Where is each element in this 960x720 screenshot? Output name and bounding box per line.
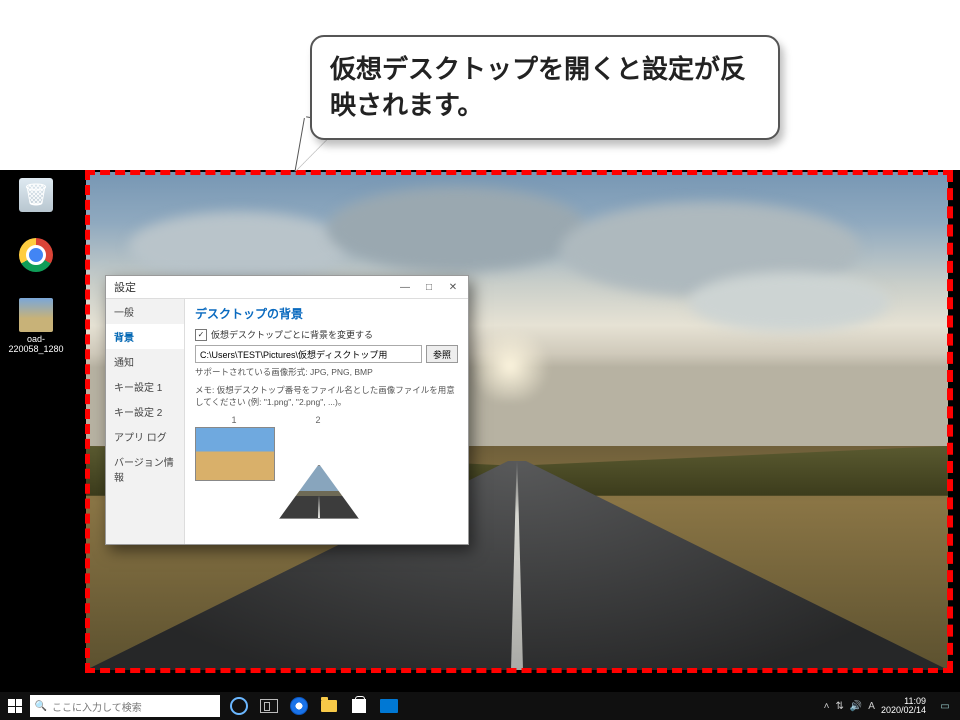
app-icon — [380, 699, 398, 713]
taskbar-clock[interactable]: 11:09 2020/02/14 — [881, 697, 930, 716]
tray-chevron-up-icon[interactable]: ˄ — [824, 701, 830, 712]
tray-volume-icon[interactable]: 🔊 — [850, 701, 862, 712]
window-maximize-button[interactable]: □ — [418, 279, 440, 295]
sidebar-item-keys-2[interactable]: キー設定 2 — [106, 399, 184, 424]
settings-heading: デスクトップの背景 — [195, 305, 458, 322]
edge-icon — [290, 697, 308, 715]
taskbar-app-explorer[interactable] — [314, 692, 344, 720]
window-minimize-button[interactable]: — — [394, 279, 416, 295]
desktop-icon-label: oad-220058_1280 — [6, 334, 66, 354]
clock-date: 2020/02/14 — [881, 706, 926, 715]
notification-icon: ▭ — [940, 701, 949, 712]
windows-logo-icon — [8, 699, 22, 713]
settings-sidebar: 一般 背景 通知 キー設定 1 キー設定 2 アプリ ログ バージョン情報 — [106, 299, 185, 544]
taskbar-app-edge[interactable] — [284, 692, 314, 720]
wallpaper-sunlight — [465, 331, 555, 401]
search-placeholder: ここに入力して検索 — [52, 699, 142, 714]
cortana-icon — [230, 697, 248, 715]
start-button[interactable] — [0, 692, 30, 720]
window-close-button[interactable]: ✕ — [442, 279, 464, 295]
background-thumb-1[interactable]: 1 — [195, 415, 273, 481]
desktop-icon-chrome[interactable] — [6, 238, 66, 274]
taskbar-app-generic[interactable] — [374, 692, 404, 720]
slide-stage: 仮想デスクトップを開くと設定が反映されます。 🗑 — [0, 0, 960, 720]
sidebar-item-background[interactable]: 背景 — [106, 324, 184, 349]
store-icon — [352, 699, 366, 713]
tray-ime-icon[interactable]: A — [868, 701, 875, 712]
wallpaper-cloud — [327, 187, 587, 272]
folder-icon — [321, 700, 337, 712]
image-thumbnail-icon — [19, 298, 53, 332]
sidebar-item-version[interactable]: バージョン情報 — [106, 449, 184, 489]
taskbar-app-store[interactable] — [344, 692, 374, 720]
window-titlebar[interactable]: 設定 — □ ✕ — [106, 276, 468, 299]
sidebar-item-general[interactable]: 一般 — [106, 299, 184, 324]
sidebar-item-notify[interactable]: 通知 — [106, 349, 184, 374]
filename-note-hint: メモ: 仮想デスクトップ番号をファイル名とした画像ファイルを用意してください (… — [195, 385, 458, 409]
settings-main-panel: デスクトップの背景 ✓ 仮想デスクトップごとに背景を変更する 参照 サポートされ… — [185, 299, 468, 544]
recycle-bin-icon: 🗑 — [19, 178, 53, 212]
cortana-button[interactable] — [224, 692, 254, 720]
settings-window: 設定 — □ ✕ 一般 背景 通知 キー設定 1 キー設定 2 アプリ ログ バ… — [105, 275, 469, 545]
taskbar: 🔍 ここに入力して検索 ˄ ⇅ 🔊 A 11:09 2020/02/14 ▭ — [0, 692, 960, 720]
wallpaper-cloud — [689, 272, 889, 332]
thumb-image-road — [279, 465, 359, 519]
thumb-number: 2 — [279, 415, 357, 425]
desktop-icon-image[interactable]: oad-220058_1280 — [6, 298, 66, 354]
per-desktop-bg-label: 仮想デスクトップごとに背景を変更する — [211, 328, 373, 341]
background-thumb-2[interactable]: 2 — [279, 415, 357, 481]
sidebar-item-keys-1[interactable]: キー設定 1 — [106, 374, 184, 399]
tray-network-icon[interactable]: ⇅ — [835, 701, 843, 712]
taskbar-search-box[interactable]: 🔍 ここに入力して検索 — [30, 695, 220, 717]
task-view-icon — [260, 699, 278, 713]
browse-button[interactable]: 参照 — [426, 345, 458, 363]
action-center-button[interactable]: ▭ — [930, 692, 960, 720]
background-folder-path-input[interactable] — [195, 345, 422, 363]
desktop-icon-recycle-bin[interactable]: 🗑 — [6, 178, 66, 214]
wallpaper-cloud — [129, 212, 349, 282]
task-view-button[interactable] — [254, 692, 284, 720]
thumb-image-desert — [195, 427, 275, 481]
sidebar-item-applog[interactable]: アプリ ログ — [106, 424, 184, 449]
search-icon: 🔍 — [30, 701, 52, 712]
system-tray[interactable]: ˄ ⇅ 🔊 A — [818, 701, 881, 712]
annotation-callout: 仮想デスクトップを開くと設定が反映されます。 — [310, 35, 780, 140]
chrome-icon — [19, 238, 53, 272]
window-title: 設定 — [114, 279, 136, 295]
supported-formats-hint: サポートされている画像形式: JPG, PNG, BMP — [195, 367, 458, 379]
thumb-number: 1 — [195, 415, 273, 425]
annotation-text: 仮想デスクトップを開くと設定が反映されます。 — [330, 52, 760, 122]
per-desktop-bg-checkbox[interactable]: ✓ — [195, 329, 207, 341]
background-thumbnails: 1 2 — [195, 415, 458, 481]
